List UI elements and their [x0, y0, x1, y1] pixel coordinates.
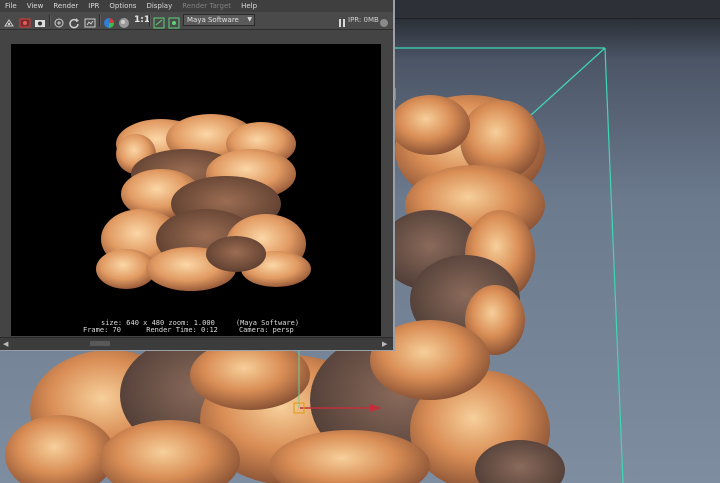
horizontal-scrollbar[interactable]: ◀ ▶: [0, 337, 393, 350]
scrollbar-thumb[interactable]: [90, 341, 110, 346]
menu-help[interactable]: Help: [236, 0, 262, 12]
rgb-channels-icon[interactable]: [103, 14, 115, 28]
keep-image-icon[interactable]: [84, 14, 96, 28]
render-canvas-area[interactable]: size: 640 x 480 zoom: 1.000 (Maya Softwa…: [0, 30, 393, 336]
chevron-down-icon: ▼: [247, 16, 252, 23]
ipr-state-icon: [378, 14, 390, 27]
render-view-window: File View Render IPR Options Display Ren…: [0, 0, 395, 351]
render-info-overlay: size: 640 x 480 zoom: 1.000 (Maya Softwa…: [11, 320, 381, 336]
render-settings-icon[interactable]: [153, 14, 165, 29]
snapshot-icon[interactable]: [34, 14, 46, 27]
alpha-channel-icon[interactable]: [118, 14, 130, 28]
menu-view[interactable]: View: [22, 0, 49, 12]
real-size-button[interactable]: 1:1: [134, 13, 150, 27]
menu-render-target[interactable]: Render Target: [177, 0, 236, 12]
render-time-info: Render Time: 0:12: [146, 326, 218, 334]
redo-render-icon[interactable]: [3, 14, 15, 27]
render-view-menubar: File View Render IPR Options Display Ren…: [0, 0, 393, 12]
rendered-smoke-image: [96, 114, 311, 291]
menu-render[interactable]: Render: [48, 0, 83, 12]
menu-options[interactable]: Options: [104, 0, 141, 12]
renderer-dropdown-value: Maya Software: [187, 16, 239, 24]
menu-display[interactable]: Display: [141, 0, 177, 12]
frame-info: Frame: 70: [83, 326, 121, 334]
ipr-render-icon[interactable]: [19, 14, 31, 28]
refresh-icon[interactable]: [68, 14, 80, 29]
render-region-icon[interactable]: [53, 14, 65, 28]
render-stats-line: Frame: 70 Render Time: 0:12 Camera: pers…: [83, 327, 294, 334]
ipr-memory-status: IPR: 0MB: [348, 16, 379, 24]
menu-ipr[interactable]: IPR: [83, 0, 104, 12]
rendered-image: [11, 44, 381, 320]
pause-ipr-icon[interactable]: [336, 14, 348, 27]
scroll-left-icon[interactable]: ◀: [3, 340, 8, 348]
menu-file[interactable]: File: [0, 0, 22, 12]
camera-info: Camera: persp: [238, 326, 294, 334]
render-view-toolbar: 1:1 Maya Software ▼ IPR: 0MB: [0, 12, 393, 30]
render-globals-icon[interactable]: [168, 14, 180, 29]
smoke-column-upper: [380, 95, 545, 355]
renderer-dropdown[interactable]: Maya Software ▼: [183, 14, 255, 26]
scroll-right-icon[interactable]: ▶: [382, 340, 387, 348]
